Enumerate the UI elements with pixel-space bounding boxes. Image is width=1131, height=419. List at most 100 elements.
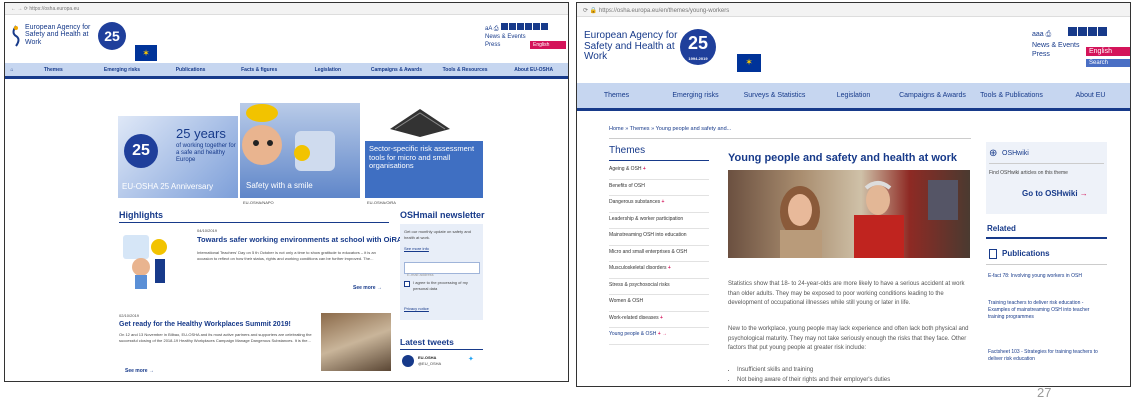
expand-plus-icon[interactable]: + [659, 315, 663, 321]
privacy-link[interactable]: Privacy notice [404, 306, 429, 312]
badge-number: 25 [687, 33, 709, 53]
site-header: European Agency for Safety and Health at… [5, 15, 568, 63]
search-input[interactable]: Search [1086, 59, 1130, 67]
theme-item[interactable]: Dangerous substances + [609, 196, 709, 213]
expand-plus-icon[interactable]: + [660, 199, 665, 205]
linkedin-icon[interactable] [1088, 27, 1098, 36]
nav-publications[interactable]: Publications [156, 67, 225, 73]
consent-checkbox[interactable] [404, 281, 410, 287]
twitter-icon[interactable] [1068, 27, 1078, 36]
news1-date: 04/10/2019 [197, 228, 218, 233]
theme-item[interactable]: Ageing & OSH + [609, 163, 709, 180]
nav-legislation[interactable]: Legislation [814, 92, 893, 99]
language-select[interactable]: English [1086, 47, 1130, 56]
oshwiki-link[interactable]: Go to OSHwiki → [1022, 189, 1088, 198]
address-bar[interactable]: ⟳ 🔒 https://osha.europa.eu/en/themes/you… [577, 3, 1130, 17]
org-name[interactable]: European Agency for Safety and Health at… [584, 30, 694, 63]
twitter-icon[interactable] [501, 23, 509, 30]
newsletter-email-input[interactable]: E-mail address [404, 262, 480, 277]
nav-about[interactable]: About EU [1051, 92, 1130, 99]
font-size-icon[interactable]: aaa [1032, 31, 1044, 38]
nav-campaigns[interactable]: Campaigns & Awards [362, 67, 431, 73]
theme-item[interactable]: Women & OSH [609, 295, 709, 312]
org-name[interactable]: European Agency for Safety and Health at… [25, 24, 97, 46]
theme-item[interactable]: Mainstreaming OSH into education [609, 229, 709, 246]
expand-plus-icon[interactable]: + [642, 166, 646, 172]
theme-item-label: Dangerous substances [609, 199, 661, 205]
theme-item-label: Work-related diseases [609, 314, 659, 321]
reload-icon[interactable]: ⟳ [583, 8, 588, 14]
news2-image[interactable] [321, 313, 391, 371]
print-icon[interactable]: ⎙ [1046, 31, 1052, 38]
homepage-screenshot: ← → ⟳ https://osha.europa.eu European Ag… [4, 2, 569, 382]
lock-icon: 🔒 [589, 8, 598, 14]
theme-item[interactable]: Stress & psychosocial risks [609, 279, 709, 295]
site-header: European Agency for Safety and Health at… [577, 17, 1130, 83]
highlights-heading: Highlights [119, 210, 163, 220]
language-select[interactable]: English [530, 41, 566, 49]
expand-plus-icon[interactable]: + [667, 265, 671, 271]
news2-see-more[interactable]: See more → [125, 368, 154, 374]
rss-icon[interactable] [533, 23, 541, 30]
article-photo [728, 170, 970, 258]
theme-item[interactable]: Musculoskeletal disorders + [609, 262, 709, 279]
youtube-icon[interactable] [525, 23, 533, 30]
related-item-2[interactable]: Training teachers to deliver risk educat… [988, 300, 1106, 321]
youtube-icon[interactable] [1098, 27, 1108, 36]
hero-oira-tile[interactable]: Sector-specific risk assessment tools fo… [365, 103, 483, 198]
arrow-right-icon: → [148, 368, 154, 374]
related-item-3[interactable]: Factsheet 103 - Strategies for training … [988, 349, 1106, 363]
nav-about[interactable]: About EU-OSHA [499, 67, 568, 73]
facebook-icon[interactable] [1078, 27, 1088, 36]
news1-image[interactable] [119, 227, 183, 291]
nav-facts-figures[interactable]: Facts & figures [225, 67, 294, 73]
nav-legislation[interactable]: Legislation [294, 67, 363, 73]
theme-item[interactable]: Micro and small enterprises & OSH [609, 246, 709, 262]
nav-campaigns[interactable]: Campaigns & Awards [893, 92, 972, 99]
tweet-avatar[interactable] [402, 355, 414, 367]
reload-icon[interactable]: ⟳ [24, 6, 28, 12]
breadcrumb[interactable]: Home » Themes » Young people and safety … [609, 126, 731, 134]
news1-title[interactable]: Towards safer working environments at sc… [197, 235, 417, 244]
theme-item-label: Benefits of OSH [609, 182, 645, 189]
nav-tools[interactable]: Tools & Resources [431, 67, 500, 73]
theme-item[interactable]: Work-related diseases + [609, 312, 709, 328]
font-size-icon[interactable]: aA [485, 26, 492, 32]
nav-tools-publications[interactable]: Tools & Publications [972, 92, 1051, 99]
related-item-1[interactable]: E-fact 78: Involving young workers in OS… [988, 273, 1106, 280]
article-bullet: Insufficient skills and training [737, 366, 969, 376]
tweet-account[interactable]: EU-OSHA [418, 355, 436, 361]
hero-napo-tile[interactable]: Safety with a smile [240, 103, 360, 198]
news2-title[interactable]: Get ready for the Healthy Workplaces Sum… [119, 321, 319, 328]
anniversary-badge: 25 1994-2019 [680, 29, 716, 65]
theme-item[interactable]: Leadership & worker participation [609, 213, 709, 229]
forward-icon[interactable]: → [17, 6, 22, 12]
theme-item-label: Stress & psychosocial risks [609, 281, 670, 288]
home-icon[interactable]: ⌂ [5, 67, 19, 73]
back-icon[interactable]: ← [11, 6, 16, 12]
facebook-icon[interactable] [509, 23, 517, 30]
hero-anniversary-tile[interactable]: 25 25 years of working together for a sa… [118, 116, 238, 198]
eu-flag-icon [737, 54, 761, 72]
logo-icon[interactable] [10, 25, 22, 47]
linkedin-icon[interactable] [517, 23, 525, 30]
theme-item-label: Young people & OSH [609, 331, 657, 337]
young-workers-page-screenshot: ⟳ 🔒 https://osha.europa.eu/en/themes/you… [576, 2, 1131, 387]
address-bar[interactable]: ← → ⟳ https://osha.europa.eu [5, 3, 568, 15]
hero-badge: 25 [124, 134, 158, 168]
nav-emerging-risks[interactable]: Emerging risks [656, 92, 735, 99]
nav-themes[interactable]: Themes [577, 92, 656, 99]
theme-item[interactable]: Young people & OSH + → [609, 328, 709, 345]
newsletter-more-info[interactable]: See more info [404, 246, 429, 252]
print-icon[interactable]: ⎙ [494, 26, 499, 32]
flickr-icon[interactable] [541, 23, 549, 30]
nav-emerging-risks[interactable]: Emerging risks [88, 67, 157, 73]
theme-item[interactable]: Benefits of OSH [609, 180, 709, 196]
oshwiki-text: Find OSHwiki articles on this theme [989, 170, 1068, 176]
oshwiki-divider [989, 163, 1104, 164]
news1-see-more[interactable]: See more → [353, 285, 382, 291]
theme-item-label: Ageing & OSH [609, 166, 642, 172]
nav-surveys-statistics[interactable]: Surveys & Statistics [735, 92, 814, 99]
themes-list: Ageing & OSH + Benefits of OSH Dangerous s… [609, 163, 709, 345]
nav-themes[interactable]: Themes [19, 67, 88, 73]
